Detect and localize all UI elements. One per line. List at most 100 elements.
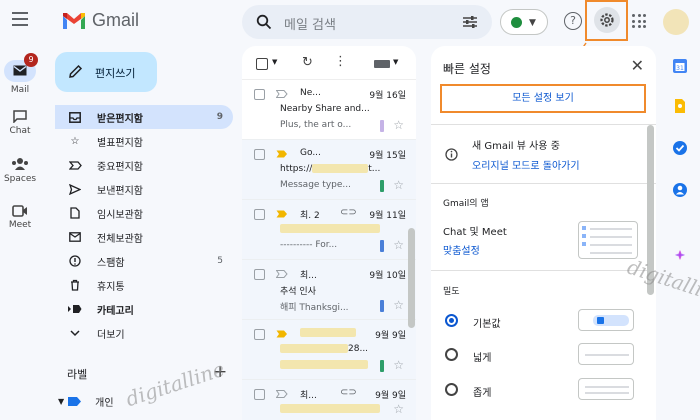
- close-icon[interactable]: ✕: [631, 56, 644, 75]
- status-selector[interactable]: ▼: [500, 9, 548, 35]
- mail-list-scrollbar[interactable]: [408, 228, 415, 328]
- contacts-icon[interactable]: [672, 182, 688, 198]
- calendar-icon[interactable]: 31: [672, 58, 688, 74]
- row-checkbox[interactable]: [254, 209, 265, 220]
- keep-icon[interactable]: [672, 98, 688, 114]
- mail-row[interactable]: Ne... 9월 16일 Nearby Share and... Plus, t…: [242, 80, 416, 140]
- folder-trash[interactable]: 휴지통: [55, 273, 233, 297]
- caret-down-icon[interactable]: ▼: [393, 58, 398, 66]
- rail-chat[interactable]: Chat: [0, 110, 40, 136]
- attachment-icon: ⊂⊃: [340, 387, 357, 398]
- folder-label: 중요편지함: [97, 161, 143, 173]
- mail-row[interactable]: 최... 9월 10일 추석 인사 해피 Thanksgi... ☆: [242, 260, 416, 320]
- folder-all-mail[interactable]: 전체보관함: [55, 225, 233, 249]
- apps-grid-icon[interactable]: [632, 14, 646, 28]
- label-name: 개인: [95, 398, 114, 409]
- caret-down-icon[interactable]: ▼: [272, 58, 277, 66]
- keyboard-icon[interactable]: [374, 60, 390, 68]
- avatar[interactable]: [663, 9, 689, 35]
- compose-button[interactable]: 편지쓰기: [55, 52, 157, 92]
- mail-date: 9월 10일: [369, 271, 406, 281]
- gmail-logo[interactable]: Gmail: [62, 10, 139, 31]
- mail-subject: Nearby Share and...: [280, 104, 370, 114]
- important-marker-icon[interactable]: [276, 390, 288, 398]
- density-compact-radio[interactable]: [445, 383, 458, 396]
- more-vert-icon[interactable]: ⋮: [334, 54, 347, 69]
- mail-row[interactable]: Go... 9월 15일 https://t... Message type..…: [242, 140, 416, 200]
- mail-row[interactable]: 최... ⊂⊃ 9월 9일 ☆: [242, 380, 416, 420]
- rail-mail[interactable]: 9 Mail: [0, 53, 40, 95]
- important-marker-icon[interactable]: [276, 270, 288, 278]
- folder-more[interactable]: 더보기: [55, 321, 233, 345]
- search-input[interactable]: 메일 검색: [284, 14, 336, 33]
- folder-count: 9: [216, 112, 223, 122]
- label-item-personal[interactable]: ▼ 개인: [58, 394, 114, 409]
- row-checkbox[interactable]: [254, 329, 265, 340]
- density-comfortable-preview[interactable]: [578, 343, 634, 365]
- inbox-icon: [67, 111, 83, 123]
- density-heading: 밀도: [443, 287, 460, 297]
- row-checkbox[interactable]: [254, 389, 265, 400]
- star-icon[interactable]: ☆: [393, 298, 404, 312]
- info-icon: [445, 148, 458, 161]
- density-default-preview[interactable]: [578, 309, 634, 331]
- rail-meet[interactable]: Meet: [0, 205, 40, 230]
- label-color-tag: [380, 180, 384, 192]
- important-marker-icon[interactable]: [276, 210, 288, 218]
- star-icon[interactable]: ☆: [393, 118, 404, 132]
- search-options-icon[interactable]: [462, 15, 478, 29]
- main-menu-icon[interactable]: [12, 12, 28, 26]
- search-bar[interactable]: 메일 검색: [242, 5, 492, 39]
- new-view-text: 새 Gmail 뷰 사용 중: [472, 141, 560, 152]
- star-icon[interactable]: ☆: [393, 178, 404, 192]
- trash-icon: [67, 279, 83, 291]
- density-comfortable-radio[interactable]: [445, 348, 458, 361]
- star-icon[interactable]: ☆: [393, 358, 404, 372]
- density-default-label: 기본값: [473, 319, 501, 330]
- mail-date: 9월 15일: [369, 151, 406, 161]
- folder-label: 휴지통: [97, 281, 125, 293]
- folder-inbox[interactable]: 받은편지함 9: [55, 105, 233, 129]
- revert-original-link[interactable]: 오리지널 모드로 돌아가기: [472, 157, 580, 172]
- spam-icon: [67, 255, 83, 267]
- app-name: Gmail: [92, 10, 140, 30]
- folder-spam[interactable]: 스팸함 5: [55, 249, 233, 273]
- folder-important[interactable]: 중요편지함: [55, 153, 233, 177]
- folder-label: 카테고리: [97, 305, 134, 317]
- select-all-checkbox[interactable]: [256, 58, 268, 70]
- search-icon[interactable]: [256, 14, 272, 30]
- rail-spaces[interactable]: Spaces: [0, 157, 40, 184]
- folder-sent[interactable]: 보낸편지함: [55, 177, 233, 201]
- important-marker-icon[interactable]: [276, 330, 288, 338]
- add-on-icon[interactable]: [672, 247, 688, 263]
- row-checkbox[interactable]: [254, 149, 265, 160]
- folder-categories[interactable]: 카테고리: [55, 297, 233, 321]
- mail-row[interactable]: 9월 9일 28... ☆: [242, 320, 416, 380]
- see-all-settings-button[interactable]: 모든 설정 보기: [440, 84, 646, 113]
- help-icon[interactable]: ?: [564, 12, 582, 30]
- density-compact-preview[interactable]: [578, 378, 634, 400]
- customize-link[interactable]: 맞춤설정: [443, 242, 480, 257]
- tasks-icon[interactable]: [672, 140, 688, 156]
- folder-drafts[interactable]: 임시보관함: [55, 201, 233, 225]
- folder-starred[interactable]: ☆ 별표편지함: [55, 129, 233, 153]
- see-all-settings-label: 모든 설정 보기: [512, 93, 574, 104]
- folder-label: 보낸편지함: [97, 185, 143, 197]
- row-checkbox[interactable]: [254, 89, 265, 100]
- caret-down-icon: ▼: [58, 397, 65, 406]
- settings-button[interactable]: [585, 0, 628, 41]
- mail-row[interactable]: 최. 2 ⊂⊃ 9월 11일 ---------- For... ☆: [242, 200, 416, 260]
- mail-subject: [280, 404, 406, 416]
- row-checkbox[interactable]: [254, 269, 265, 280]
- important-marker-icon[interactable]: [276, 90, 288, 98]
- folder-label: 전체보관함: [97, 233, 143, 245]
- mail-subject: [280, 224, 406, 236]
- important-marker-icon[interactable]: [276, 150, 288, 158]
- mail-date: 9월 16일: [369, 91, 406, 101]
- chat-meet-text: Chat 및 Meet: [443, 227, 507, 238]
- refresh-icon[interactable]: ↻: [302, 55, 313, 70]
- star-icon[interactable]: ☆: [393, 238, 404, 252]
- density-default-radio[interactable]: [445, 314, 458, 327]
- label-color-tag: [380, 300, 384, 312]
- star-icon[interactable]: ☆: [393, 402, 404, 416]
